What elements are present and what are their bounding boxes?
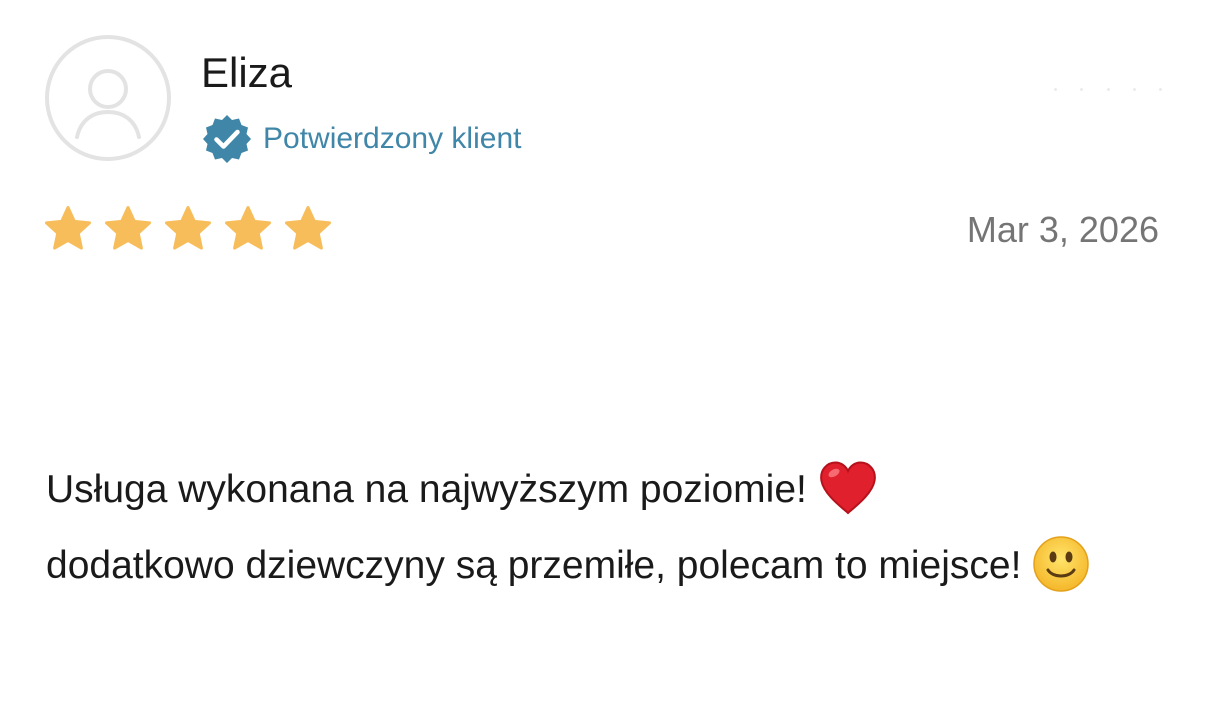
user-placeholder-icon [75, 69, 141, 139]
review-text: Usługa wykonana na najwyższym poziomie! … [46, 452, 1106, 604]
verified-check-badge-icon [201, 113, 253, 165]
more-options-icon[interactable] [1054, 84, 1162, 94]
reviewer-name: Eliza [201, 49, 293, 96]
star-icon [103, 204, 153, 254]
star-icon [163, 204, 213, 254]
verified-label: Potwierdzony klient [263, 122, 522, 155]
verified-client: Potwierdzony klient [201, 112, 521, 166]
slightly-smiling-face-emoji [1032, 535, 1090, 593]
review-card: Eliza Potwierdzony klient Mar 3, 2026 Us… [0, 0, 1206, 705]
avatar[interactable] [45, 35, 171, 161]
star-icon [283, 204, 333, 254]
review-date: Mar 3, 2026 [966, 209, 1159, 250]
star-icon [43, 204, 93, 254]
star-rating [43, 203, 343, 255]
heart-emoji [818, 460, 878, 516]
star-icon [223, 204, 273, 254]
review-text-part1: Usługa wykonana na najwyższym poziomie! [46, 468, 807, 511]
review-text-part2: dodatkowo dziewczyny są przemiłe, poleca… [46, 544, 1022, 587]
